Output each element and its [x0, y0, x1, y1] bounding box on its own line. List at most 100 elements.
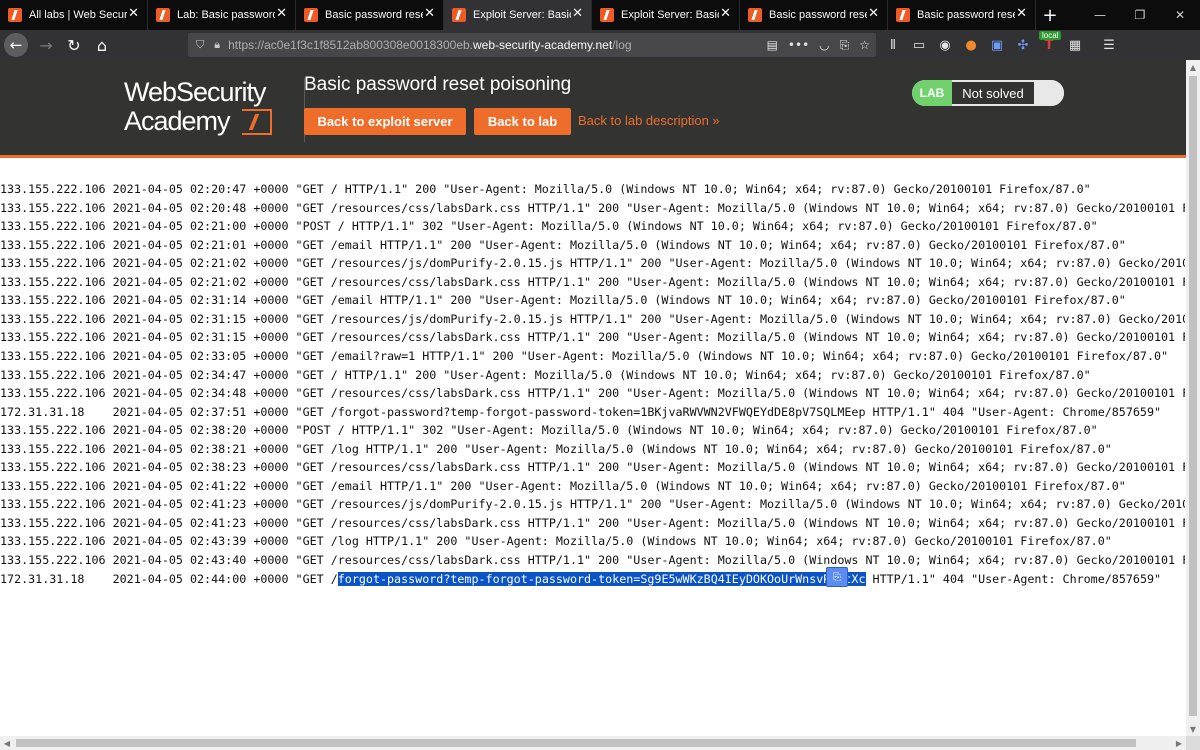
favicon-icon: [8, 8, 22, 22]
tab-3[interactable]: Basic password reset p✕: [296, 0, 444, 30]
restore-icon[interactable]: ❐: [1120, 0, 1160, 30]
scroll-right-icon[interactable]: ▶: [1172, 736, 1186, 750]
extension-language-icon[interactable]: ✣: [1010, 38, 1036, 53]
bookmark-star-icon[interactable]: ☆: [859, 38, 870, 52]
lab-status-text: Not solved: [952, 82, 1034, 104]
tab-2[interactable]: Lab: Basic password reset✕: [148, 0, 296, 30]
pocket-icon[interactable]: ◡: [819, 38, 829, 52]
tab-6[interactable]: Basic password reset p✕: [740, 0, 888, 30]
favicon-icon: [748, 8, 762, 22]
log-line: 133.155.222.106 2021-04-05 02:38:23 +000…: [0, 460, 1185, 475]
log-line: 133.155.222.106 2021-04-05 02:31:15 +000…: [0, 330, 1185, 345]
reload-icon[interactable]: ↻: [60, 32, 88, 58]
horizontal-scrollbar[interactable]: ◀ ▶: [0, 736, 1186, 750]
tab-label: Exploit Server: Basic pa: [473, 9, 571, 21]
new-tab-button[interactable]: +: [1036, 0, 1064, 30]
last-line-suffix: HTTP/1.1" 404 "User-Agent: Chrome/857659…: [865, 571, 1162, 586]
last-line-prefix: 172.31.31.18 2021-04-05 02:44:00 +0000 "…: [0, 571, 338, 586]
vertical-scroll-thumb[interactable]: [1189, 76, 1197, 716]
tab-close-icon[interactable]: ✕: [720, 7, 731, 21]
scroll-up-icon[interactable]: ▲: [1186, 60, 1200, 74]
log-line: 133.155.222.106 2021-04-05 02:43:39 +000…: [0, 534, 1112, 549]
reader-view-icon[interactable]: ▤: [767, 38, 778, 52]
vertical-scrollbar[interactable]: ▲ ▼: [1186, 60, 1200, 736]
tab-5[interactable]: Exploit Server: Basic pa✕: [592, 0, 740, 30]
tab-close-icon[interactable]: ✕: [868, 7, 879, 21]
back-to-lab-description-link[interactable]: Back to lab description »: [578, 113, 720, 128]
menu-hamburger-icon[interactable]: ☰: [1096, 38, 1122, 53]
tab-close-icon[interactable]: ✕: [572, 7, 583, 21]
toolbar-icons: ⫴ ▭ ◉ ● ▣ ✣ T ▦ ☰: [880, 30, 1122, 60]
log-line-last[interactable]: 172.31.31.18 2021-04-05 02:44:00 +0000 "…: [0, 570, 1161, 588]
logo-bolt-icon: [242, 109, 272, 135]
tab-7[interactable]: Basic password reset p✕: [888, 0, 1036, 30]
log-line: 133.155.222.106 2021-04-05 02:21:00 +000…: [0, 219, 1098, 234]
logo-line-1: WebSecurity: [124, 77, 267, 107]
selected-token-text[interactable]: forgot-password?temp-forgot-password-tok…: [337, 571, 866, 586]
address-bar[interactable]: ⛉ 🔒︎ https://ac0e1f3c1f8512ab800308e0018…: [188, 33, 876, 57]
minimize-icon[interactable]: —: [1080, 0, 1120, 30]
navigation-bar: ← → ↻ ⌂ ⛉ 🔒︎ https://ac0e1f3c1f8512ab800…: [0, 30, 1200, 60]
lab-status-widget: LAB Not solved: [912, 80, 1064, 106]
library-icon[interactable]: ⫴: [880, 38, 906, 53]
local-badge: local: [1039, 31, 1062, 40]
page-actions-icon[interactable]: •••: [788, 38, 809, 52]
account-icon[interactable]: ◉: [932, 38, 958, 53]
url-prefix: https://ac0e1f3c1f8512ab800308e0018300eb…: [228, 38, 473, 52]
url-path: /log: [612, 38, 632, 52]
translate-selection-icon[interactable]: ⎘: [826, 567, 848, 587]
extension-fox-icon[interactable]: ●: [958, 38, 984, 53]
home-icon[interactable]: ⌂: [88, 32, 116, 58]
forward-arrow-icon[interactable]: →: [32, 32, 60, 58]
scroll-down-icon[interactable]: ▼: [1186, 722, 1200, 736]
lab-title: Basic password reset poisoning: [304, 74, 572, 95]
log-line: 133.155.222.106 2021-04-05 02:41:22 +000…: [0, 478, 1126, 493]
log-line: 133.155.222.106 2021-04-05 02:20:47 +000…: [0, 182, 1091, 196]
tab-close-icon[interactable]: ✕: [276, 7, 287, 21]
translate-icon[interactable]: ⎘: [840, 38, 850, 53]
favicon-icon: [600, 8, 614, 22]
log-line: 133.155.222.106 2021-04-05 02:21:02 +000…: [0, 256, 1185, 271]
log-line: 133.155.222.106 2021-04-05 02:43:40 +000…: [0, 553, 1185, 567]
favicon-icon: [896, 8, 910, 22]
tab-close-icon[interactable]: ✕: [128, 7, 139, 21]
tab-label: All labs | Web Security: [29, 9, 127, 21]
log-line: 133.155.222.106 2021-04-05 02:38:21 +000…: [0, 441, 1112, 456]
favicon-icon: [304, 8, 318, 22]
tab-close-icon[interactable]: ✕: [1016, 7, 1027, 21]
tab-4[interactable]: Exploit Server: Basic pa✕: [444, 0, 592, 30]
tab-list: All labs | Web Security✕Lab: Basic passw…: [0, 0, 1036, 30]
lab-status-tag: LAB: [912, 80, 952, 106]
extensions-grid-icon[interactable]: ▦: [1062, 38, 1088, 53]
shield-icon[interactable]: ⛉: [196, 38, 204, 52]
tab-close-icon[interactable]: ✕: [424, 7, 435, 21]
tab-label: Exploit Server: Basic pa: [621, 9, 719, 21]
scroll-left-icon[interactable]: ◀: [0, 736, 14, 750]
close-window-icon[interactable]: ✕: [1160, 0, 1200, 30]
log-line: 133.155.222.106 2021-04-05 02:31:15 +000…: [0, 311, 1185, 326]
log-line: 133.155.222.106 2021-04-05 02:33:05 +000…: [0, 348, 1169, 363]
back-to-exploit-server-button[interactable]: Back to exploit server: [304, 108, 466, 135]
back-arrow-icon[interactable]: ←: [4, 33, 28, 57]
tab-label: Lab: Basic password reset: [177, 9, 275, 21]
lab-status-knob: [1034, 80, 1064, 106]
lock-icon[interactable]: 🔒︎: [214, 38, 220, 52]
sidebar-icon[interactable]: ▭: [906, 38, 932, 53]
web-security-academy-logo[interactable]: WebSecurity Academy: [124, 78, 294, 140]
back-to-lab-button[interactable]: Back to lab: [474, 108, 571, 135]
url-text[interactable]: https://ac0e1f3c1f8512ab800308e0018300eb…: [228, 38, 631, 52]
tab-label: Basic password reset p: [325, 9, 423, 21]
tab-label: Basic password reset p: [769, 9, 867, 21]
log-line: 172.31.31.18 2021-04-05 02:37:51 +0000 "…: [0, 404, 1162, 419]
scrollbar-corner: [1186, 736, 1200, 750]
access-log: 133.155.222.106 2021-04-05 02:20:47 +000…: [0, 158, 1185, 736]
horizontal-scroll-thumb[interactable]: [16, 739, 1136, 747]
url-domain: web-security-academy.net: [473, 38, 613, 52]
log-line: 133.155.222.106 2021-04-05 02:21:01 +000…: [0, 237, 1126, 252]
log-line: 133.155.222.106 2021-04-05 02:31:14 +000…: [0, 293, 1126, 308]
extension-translate-icon[interactable]: ▣: [984, 38, 1010, 53]
log-line: 133.155.222.106 2021-04-05 02:20:48 +000…: [0, 200, 1185, 215]
log-line: 133.155.222.106 2021-04-05 02:34:48 +000…: [0, 386, 1185, 401]
tab-1[interactable]: All labs | Web Security✕: [0, 0, 148, 30]
favicon-icon: [452, 8, 466, 22]
